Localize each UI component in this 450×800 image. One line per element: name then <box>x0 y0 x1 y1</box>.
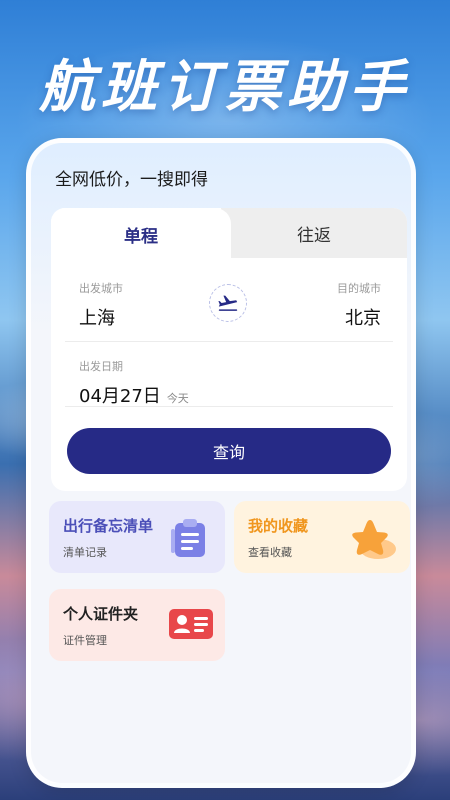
tab-one-way[interactable]: 单程 <box>51 208 231 260</box>
flight-search-card: 往返 单程 出发城市 上海 目的城市 北京 出发日期 04月27日 今天 查询 <box>51 208 407 491</box>
clipboard-icon <box>171 519 205 557</box>
id-documents-tile[interactable]: 个人证件夹 证件管理 <box>49 589 225 661</box>
departure-city-value: 上海 <box>79 308 115 329</box>
swap-cities-button[interactable] <box>209 284 247 322</box>
divider <box>65 341 393 342</box>
star-icon <box>352 520 396 559</box>
tab-round-trip[interactable]: 往返 <box>221 208 407 258</box>
city-row: 出发城市 上海 目的城市 北京 <box>51 280 407 340</box>
departure-date-selector[interactable]: 出发日期 04月27日 今天 <box>79 358 189 408</box>
departure-city-selector[interactable]: 出发城市 上海 <box>79 280 123 330</box>
search-button[interactable]: 查询 <box>67 428 391 474</box>
slogan-text: 全网低价，一搜即得 <box>55 170 208 190</box>
trip-type-tabs: 往返 单程 <box>51 208 407 260</box>
departure-date-label: 出发日期 <box>79 360 123 373</box>
travel-checklist-tile[interactable]: 出行备忘清单 清单记录 <box>49 501 225 573</box>
hero-title: 航班订票助手 <box>39 55 411 120</box>
airplane-icon <box>218 295 238 311</box>
arrival-city-value: 北京 <box>345 308 381 329</box>
today-note: 今天 <box>166 392 189 405</box>
departure-city-label: 出发城市 <box>79 282 123 295</box>
id-card-icon <box>169 609 213 639</box>
departure-date-value: 04月27日 <box>79 386 161 407</box>
arrival-city-selector[interactable]: 目的城市 北京 <box>337 280 381 330</box>
arrival-city-label: 目的城市 <box>337 282 381 295</box>
favorites-tile[interactable]: 我的收藏 查看收藏 <box>234 501 410 573</box>
divider <box>65 406 393 407</box>
phone-frame: 全网低价，一搜即得 往返 单程 出发城市 上海 目的城市 北京 出发日期 04月… <box>26 138 416 788</box>
